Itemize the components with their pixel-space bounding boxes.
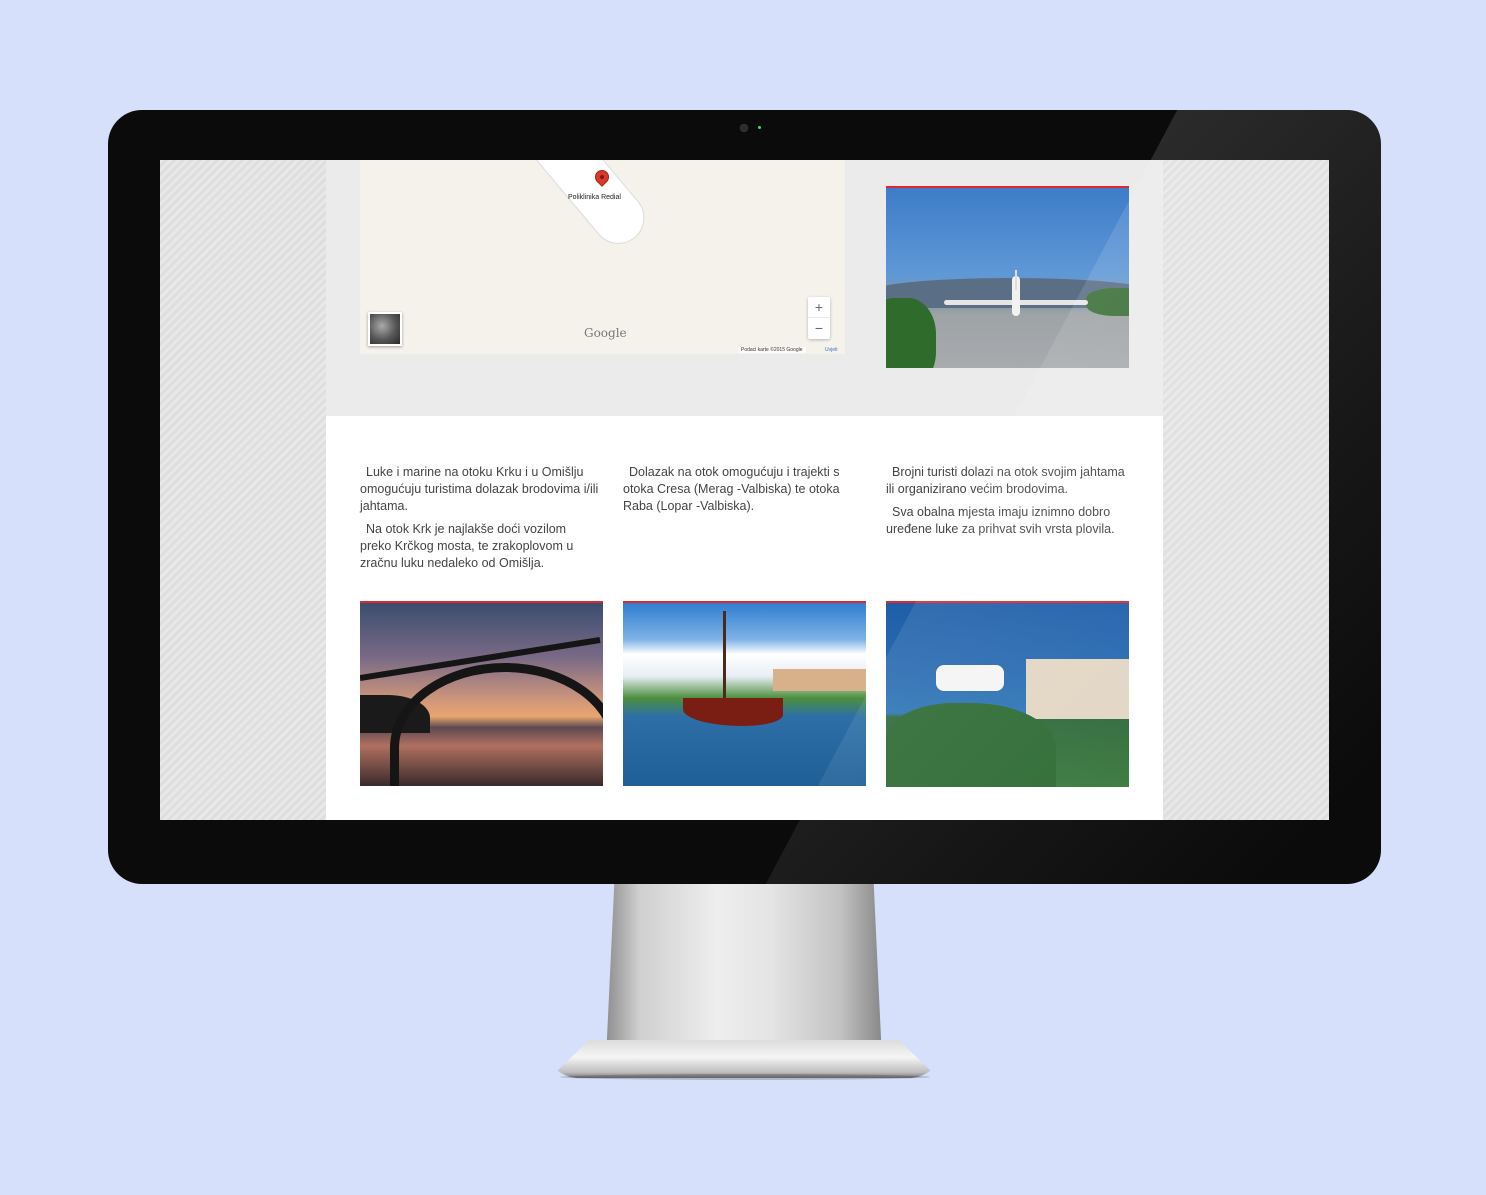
photo-trees (1086, 288, 1129, 316)
paragraph: Na otok Krk je najlakše doći vozilom pre… (360, 522, 574, 570)
harbor-photo[interactable] (886, 601, 1129, 787)
photo-trees (886, 703, 1056, 787)
boat-mast (723, 611, 726, 701)
paragraph: Luke i marine na otoku Krku i u Omišlju … (360, 465, 599, 513)
monitor-shadow (560, 1074, 930, 1080)
map-section: Poliklinika Redial + − Google Podaci kar… (326, 160, 1163, 416)
info-section: Luke i marine na otoku Krku i u Omišlju … (326, 416, 1163, 820)
paragraph: Dolazak na otok omogućuju i trajekti s o… (623, 465, 840, 513)
google-logo: Google (584, 326, 627, 340)
google-map[interactable]: Poliklinika Redial + − Google Podaci kar… (360, 160, 845, 354)
map-terms-link[interactable]: Uvjeti (825, 347, 838, 353)
satellite-toggle-button[interactable] (368, 312, 402, 346)
screen: Poliklinika Redial + − Google Podaci kar… (160, 160, 1329, 820)
boat-hull (683, 698, 783, 726)
map-marker-label: Poliklinika Redial (568, 194, 621, 201)
photo-trees (886, 298, 936, 368)
map-road (493, 160, 655, 255)
plane-tail (1015, 270, 1017, 290)
photo-yacht (936, 665, 1004, 691)
monitor-stand (606, 884, 882, 1059)
monitor: Poliklinika Redial + − Google Podaci kar… (108, 110, 1381, 884)
paragraph: Sva obalna mjesta imaju iznimno dobro ur… (886, 505, 1115, 536)
map-zoom-control: + − (808, 297, 830, 339)
bridge-arch (390, 663, 603, 786)
monitor-base (550, 1040, 938, 1078)
power-led (758, 126, 761, 129)
text-column-3: Brojni turisti dolazi na otok svojim jah… (886, 464, 1131, 544)
paragraph: Brojni turisti dolazi na otok svojim jah… (886, 465, 1125, 496)
sailboat-photo[interactable] (623, 601, 866, 786)
web-page: Poliklinika Redial + − Google Podaci kar… (326, 160, 1163, 820)
photo-houses (773, 669, 866, 691)
zoom-in-button[interactable]: + (808, 297, 830, 318)
bridge-sunset-photo[interactable] (360, 601, 603, 786)
zoom-out-button[interactable]: − (808, 318, 830, 339)
camera-icon (740, 124, 748, 132)
text-column-1: Luke i marine na otoku Krku i u Omišlju … (360, 464, 600, 578)
photo-town (1026, 659, 1129, 719)
airport-photo[interactable] (886, 186, 1129, 368)
map-attribution: Podaci karte ©2015 Google (738, 347, 806, 353)
text-column-2: Dolazak na otok omogućuju i trajekti s o… (623, 464, 871, 521)
map-marker-dot (600, 175, 604, 179)
